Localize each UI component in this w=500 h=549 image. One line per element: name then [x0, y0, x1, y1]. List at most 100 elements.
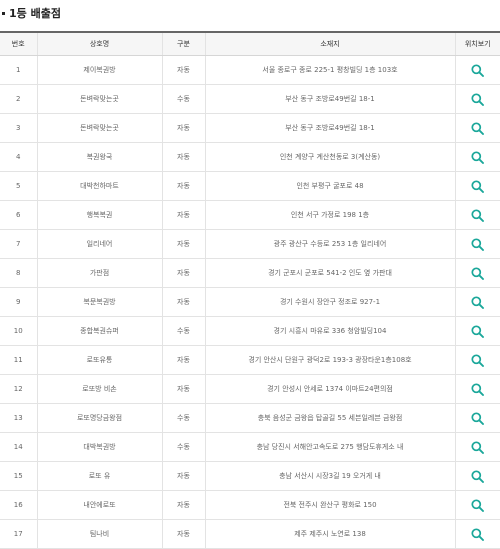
store-address: 광주 광산구 수등로 253 1층 일리네어	[204, 229, 455, 259]
view-location-search-icon[interactable]	[471, 382, 485, 396]
purchase-type: 자동	[161, 374, 205, 404]
row-number: 4	[0, 142, 37, 172]
header-number: 번호	[0, 31, 37, 56]
table-row: 14 대박복권방 수동 충남 당진시 서해안고속도로 275 행담도휴게소 내	[0, 432, 500, 462]
purchase-type: 수동	[161, 403, 205, 433]
section-header: 1등 배출점	[0, 5, 61, 21]
view-location-search-icon[interactable]	[471, 237, 485, 251]
row-number: 9	[0, 287, 37, 317]
row-number: 2	[0, 84, 37, 114]
map-cell	[454, 490, 500, 520]
table-row: 12 로또방 비손 자동 경기 안성시 안세로 1374 이마트24편의점	[0, 374, 500, 404]
row-number: 12	[0, 374, 37, 404]
map-cell	[454, 229, 500, 259]
map-cell	[454, 84, 500, 114]
table-row: 1 제이복권방 자동 서울 종로구 종로 225-1 평창빌딩 1층 103호	[0, 55, 500, 85]
table-row: 10 종합복권슈퍼 수동 경기 시흥시 마유로 336 청암빌딩104	[0, 316, 500, 346]
store-name: 돈벼락맞는곳	[36, 84, 162, 114]
store-address: 인천 서구 가정로 198 1층	[204, 200, 455, 230]
table-row: 2 돈벼락맞는곳 수동 부산 동구 조방로49번길 18-1	[0, 84, 500, 114]
row-number: 11	[0, 345, 37, 375]
purchase-type: 자동	[161, 200, 205, 230]
row-number: 7	[0, 229, 37, 259]
store-name: 로또명당금왕점	[36, 403, 162, 433]
table-row: 3 돈벼락맞는곳 자동 부산 동구 조방로49번길 18-1	[0, 113, 500, 143]
header-type: 구분	[161, 31, 205, 56]
map-cell	[454, 432, 500, 462]
row-number: 17	[0, 519, 37, 549]
view-location-search-icon[interactable]	[471, 324, 485, 338]
map-cell	[454, 403, 500, 433]
store-name: 대박천하마트	[36, 171, 162, 201]
store-name: 종합복권슈퍼	[36, 316, 162, 346]
view-location-search-icon[interactable]	[471, 440, 485, 454]
view-location-search-icon[interactable]	[471, 353, 485, 367]
store-name: 로또 유	[36, 461, 162, 491]
store-name: 가판점	[36, 258, 162, 288]
row-number: 14	[0, 432, 37, 462]
header-view-location: 위치보기	[454, 31, 500, 56]
row-number: 1	[0, 55, 37, 85]
view-location-search-icon[interactable]	[471, 469, 485, 483]
table-row: 5 대박천하마트 자동 인천 부평구 굴포로 48	[0, 171, 500, 201]
view-location-search-icon[interactable]	[471, 295, 485, 309]
view-location-search-icon[interactable]	[471, 179, 485, 193]
map-cell	[454, 519, 500, 549]
table-row: 6 행복복권 자동 인천 서구 가정로 198 1층	[0, 200, 500, 230]
table-row: 16 내안에로또 자동 전북 전주시 완산구 평화로 150	[0, 490, 500, 520]
store-address: 제주 제주시 노연로 138	[204, 519, 455, 549]
store-name: 복권왕국	[36, 142, 162, 172]
view-location-search-icon[interactable]	[471, 498, 485, 512]
row-number: 15	[0, 461, 37, 491]
store-name: 로또방 비손	[36, 374, 162, 404]
store-name: 행복복권	[36, 200, 162, 230]
row-number: 10	[0, 316, 37, 346]
row-number: 16	[0, 490, 37, 520]
table-row: 7 일리네어 자동 광주 광산구 수등로 253 1층 일리네어	[0, 229, 500, 259]
view-location-search-icon[interactable]	[471, 208, 485, 222]
purchase-type: 자동	[161, 171, 205, 201]
view-location-search-icon[interactable]	[471, 527, 485, 541]
store-address: 경기 안성시 안세로 1374 이마트24편의점	[204, 374, 455, 404]
store-address: 경기 시흥시 마유로 336 청암빌딩104	[204, 316, 455, 346]
store-address: 충북 음성군 금왕읍 탑골길 55 세븐일레븐 금왕점	[204, 403, 455, 433]
map-cell	[454, 113, 500, 143]
view-location-search-icon[interactable]	[471, 63, 485, 77]
store-name: 로또유통	[36, 345, 162, 375]
view-location-search-icon[interactable]	[471, 411, 485, 425]
store-address: 인천 부평구 굴포로 48	[204, 171, 455, 201]
store-address: 충남 서산시 시장3길 19 오거게 내	[204, 461, 455, 491]
store-address: 부산 동구 조방로49번길 18-1	[204, 84, 455, 114]
store-name: 내안에로또	[36, 490, 162, 520]
map-cell	[454, 55, 500, 85]
store-name: 제이복권방	[36, 55, 162, 85]
row-number: 8	[0, 258, 37, 288]
purchase-type: 수동	[161, 84, 205, 114]
table-header-row: 번호 상호명 구분 소재지 위치보기	[0, 31, 500, 56]
row-number: 13	[0, 403, 37, 433]
table-row: 17 팀나비 자동 제주 제주시 노연로 138	[0, 519, 500, 549]
purchase-type: 자동	[161, 258, 205, 288]
map-cell	[454, 461, 500, 491]
table-row: 15 로또 유 자동 충남 서산시 시장3길 19 오거게 내	[0, 461, 500, 491]
purchase-type: 자동	[161, 55, 205, 85]
store-name: 팀나비	[36, 519, 162, 549]
table-row: 4 복권왕국 자동 인천 계양구 계산천동로 3(계산동)	[0, 142, 500, 172]
view-location-search-icon[interactable]	[471, 266, 485, 280]
table-row: 8 가판점 자동 경기 군포시 군포로 541-2 인도 옆 가판대	[0, 258, 500, 288]
header-store-name: 상호명	[36, 31, 162, 56]
page: 1등 배출점 번호 상호명 구분 소재지 위치보기 1 제이복권방 자동 서울 종로구…	[0, 0, 500, 549]
store-name: 돈벼락맞는곳	[36, 113, 162, 143]
purchase-type: 자동	[161, 287, 205, 317]
map-cell	[454, 374, 500, 404]
purchase-type: 자동	[161, 229, 205, 259]
view-location-search-icon[interactable]	[471, 92, 485, 106]
map-cell	[454, 258, 500, 288]
purchase-type: 자동	[161, 345, 205, 375]
map-cell	[454, 142, 500, 172]
purchase-type: 수동	[161, 316, 205, 346]
store-address: 전북 전주시 완산구 평화로 150	[204, 490, 455, 520]
view-location-search-icon[interactable]	[471, 150, 485, 164]
store-name: 대박복권방	[36, 432, 162, 462]
view-location-search-icon[interactable]	[471, 121, 485, 135]
